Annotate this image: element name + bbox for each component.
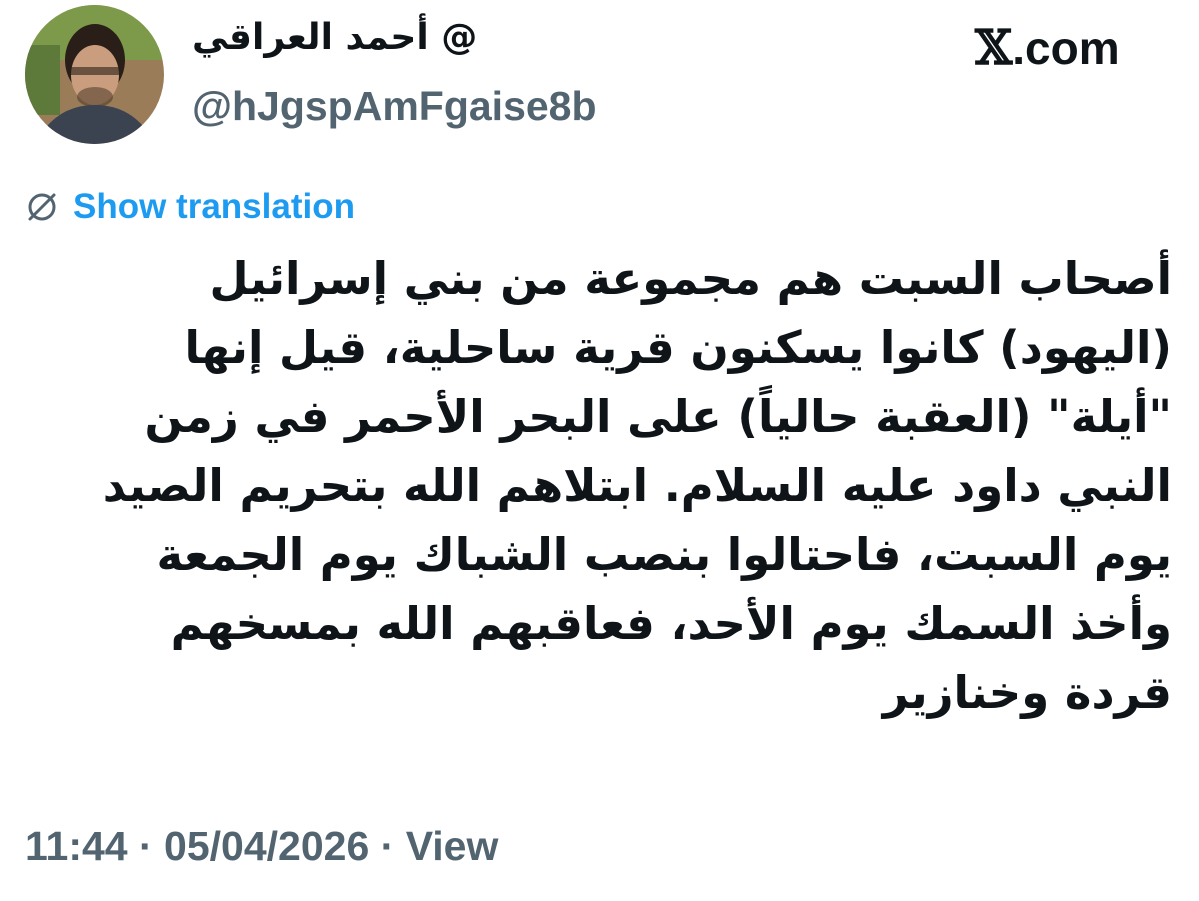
- avatar-image: [25, 5, 164, 144]
- x-brand-glyph: 𝕏: [975, 20, 1013, 76]
- tweet-text: أصحاب السبت هم مجموعة من بني إسرائيل (ال…: [22, 244, 1172, 727]
- tweet-date[interactable]: 05/04/2026: [164, 823, 369, 869]
- tweet-text-line: يوم السبت، فاحتالوا بنصب الشباك يوم الجم…: [156, 528, 1172, 581]
- globe-slash-icon: [28, 193, 56, 221]
- user-handle[interactable]: @hJgspAmFgaise8b: [192, 80, 597, 132]
- avatar[interactable]: [25, 5, 164, 144]
- display-name[interactable]: أحمد العراقي @: [192, 14, 522, 62]
- tweet-text-line: "أيلة" (العقبة حالياً) على البحر الأحمر …: [144, 390, 1172, 443]
- show-translation-button[interactable]: Show translation: [25, 186, 355, 228]
- tweet-time[interactable]: 11:44: [25, 823, 128, 869]
- tweet-text-line: وأخذ السمك يوم الأحد، فعاقبهم الله بمسخه…: [170, 597, 1172, 650]
- tweet-text-line: قردة وخنازير: [882, 666, 1172, 719]
- tweet-text-line: (اليهود) كانوا يسكنون قرية ساحلية، قيل إ…: [184, 321, 1172, 374]
- views-link[interactable]: View: [406, 823, 499, 869]
- tweet-text-line: أصحاب السبت هم مجموعة من بني إسرائيل: [209, 252, 1172, 305]
- show-translation-label: Show translation: [73, 187, 355, 226]
- tweet-text-line: النبي داود عليه السلام. ابتلاهم الله بتح…: [102, 459, 1172, 512]
- x-logo: 𝕏.com: [975, 20, 1120, 76]
- tweet-meta: 11:44 · 05/04/2026 · View: [25, 820, 498, 872]
- meta-separator: ·: [127, 823, 165, 869]
- meta-separator: ·: [369, 823, 406, 869]
- x-brand-suffix: .com: [1012, 22, 1120, 74]
